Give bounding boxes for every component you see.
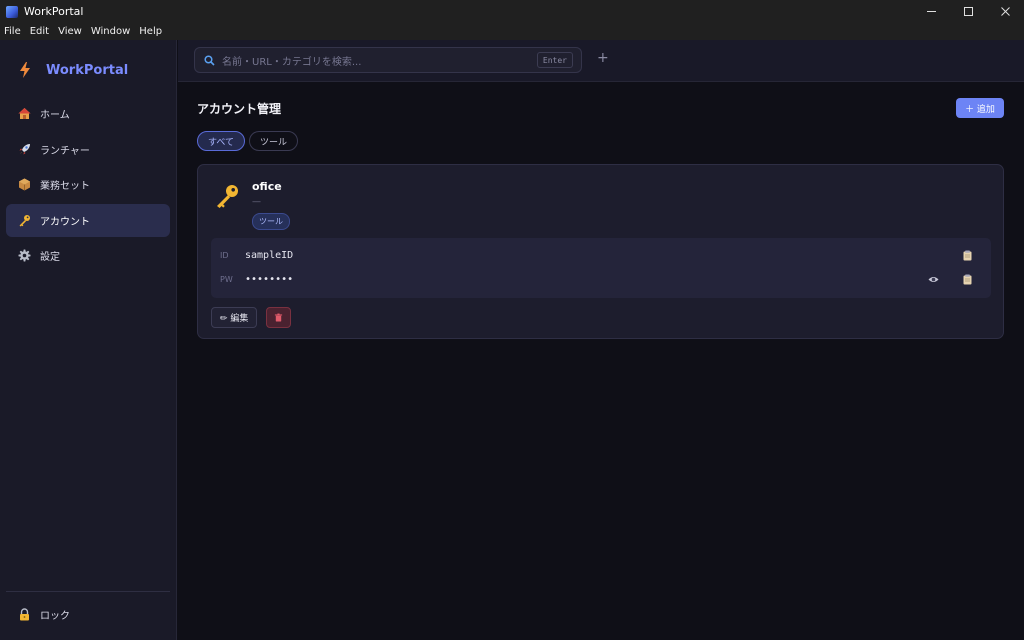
- sidebar-item-label: ホーム: [40, 110, 70, 121]
- key-icon: [18, 214, 31, 227]
- menu-bar: File Edit View Window Help: [0, 23, 1024, 40]
- sidebar-item-account[interactable]: アカウント: [6, 203, 170, 237]
- close-icon: [1001, 7, 1010, 16]
- menu-window[interactable]: Window: [91, 26, 130, 37]
- clipboard-icon[interactable]: [962, 250, 973, 261]
- account-card: ofice — ツール ID sampleID PW •••••••• ✏ 編集: [197, 164, 1004, 339]
- filter-all[interactable]: すべて: [197, 131, 246, 151]
- maximize-button[interactable]: [950, 0, 987, 23]
- filter-tools[interactable]: ツール: [249, 131, 299, 151]
- page-title: アカウント管理: [197, 102, 282, 116]
- edit-button[interactable]: ✏ 編集: [211, 307, 258, 328]
- house-icon: [18, 107, 31, 120]
- filter-tabs: すべて ツール: [197, 131, 302, 151]
- window-title: WorkPortal: [24, 5, 84, 18]
- pw-value: ••••••••: [245, 273, 294, 285]
- sidebar-item-label: 業務セット: [40, 181, 90, 192]
- delete-button[interactable]: [266, 307, 291, 328]
- gear-icon: [18, 249, 31, 262]
- clipboard-icon[interactable]: [962, 274, 973, 285]
- sidebar-item-home[interactable]: ホーム: [6, 97, 170, 130]
- pw-label: PW: [220, 274, 233, 284]
- enter-hint: Enter: [536, 52, 573, 68]
- sidebar-item-launcher[interactable]: ランチャー: [6, 133, 170, 166]
- sidebar-item-label: アカウント: [40, 216, 90, 228]
- rocket-icon: [18, 143, 31, 156]
- credentials-box: ID sampleID PW ••••••••: [211, 238, 991, 298]
- sidebar-divider: [6, 591, 170, 592]
- lock-label: ロック: [40, 611, 70, 622]
- menu-edit[interactable]: Edit: [30, 26, 49, 37]
- new-tab-button[interactable]: +: [597, 50, 609, 66]
- brand-name: WorkPortal: [46, 62, 129, 78]
- sidebar-item-label: ランチャー: [40, 145, 90, 157]
- lock-button[interactable]: ロック: [18, 607, 70, 622]
- menu-file[interactable]: File: [4, 26, 21, 37]
- sidebar-item-business-set[interactable]: 業務セット: [6, 168, 170, 201]
- account-name: ofice: [252, 180, 282, 193]
- id-row: ID sampleID: [211, 245, 991, 265]
- account-tag: ツール: [252, 213, 290, 230]
- package-icon: [18, 178, 31, 191]
- menu-help[interactable]: Help: [139, 26, 162, 37]
- minimize-button[interactable]: [913, 0, 950, 23]
- sidebar-nav: ホーム ランチャー 業務セット アカウント 設定: [6, 97, 170, 275]
- window-controls: [913, 0, 1024, 23]
- search-icon: [204, 54, 215, 66]
- close-button[interactable]: [987, 0, 1024, 23]
- trash-icon: [274, 313, 283, 322]
- account-subtitle: —: [252, 197, 261, 207]
- title-bar: WorkPortal: [0, 0, 1024, 23]
- menu-view[interactable]: View: [58, 26, 82, 37]
- brand[interactable]: WorkPortal: [18, 62, 128, 78]
- search-placeholder: 名前・URL・カテゴリを検索...: [222, 56, 362, 68]
- sidebar-item-label: 設定: [40, 252, 60, 263]
- key-icon: [217, 185, 238, 208]
- id-value: sampleID: [245, 249, 294, 261]
- lightning-icon: [20, 62, 30, 78]
- minimize-icon: [927, 11, 936, 12]
- id-label: ID: [220, 250, 229, 260]
- add-button[interactable]: ＋ 追加: [956, 98, 1004, 118]
- pw-row: PW ••••••••: [211, 269, 991, 289]
- sidebar: WorkPortal ホーム ランチャー 業務セット アカウント 設定 ロック: [0, 40, 177, 640]
- eye-icon[interactable]: [928, 274, 939, 285]
- top-bar: 名前・URL・カテゴリを検索... Enter +: [178, 40, 1024, 82]
- lock-icon: [18, 608, 31, 621]
- sidebar-item-settings[interactable]: 設定: [6, 239, 170, 272]
- search-input[interactable]: 名前・URL・カテゴリを検索... Enter: [194, 47, 582, 73]
- maximize-icon: [964, 7, 973, 16]
- app-icon: [6, 5, 18, 18]
